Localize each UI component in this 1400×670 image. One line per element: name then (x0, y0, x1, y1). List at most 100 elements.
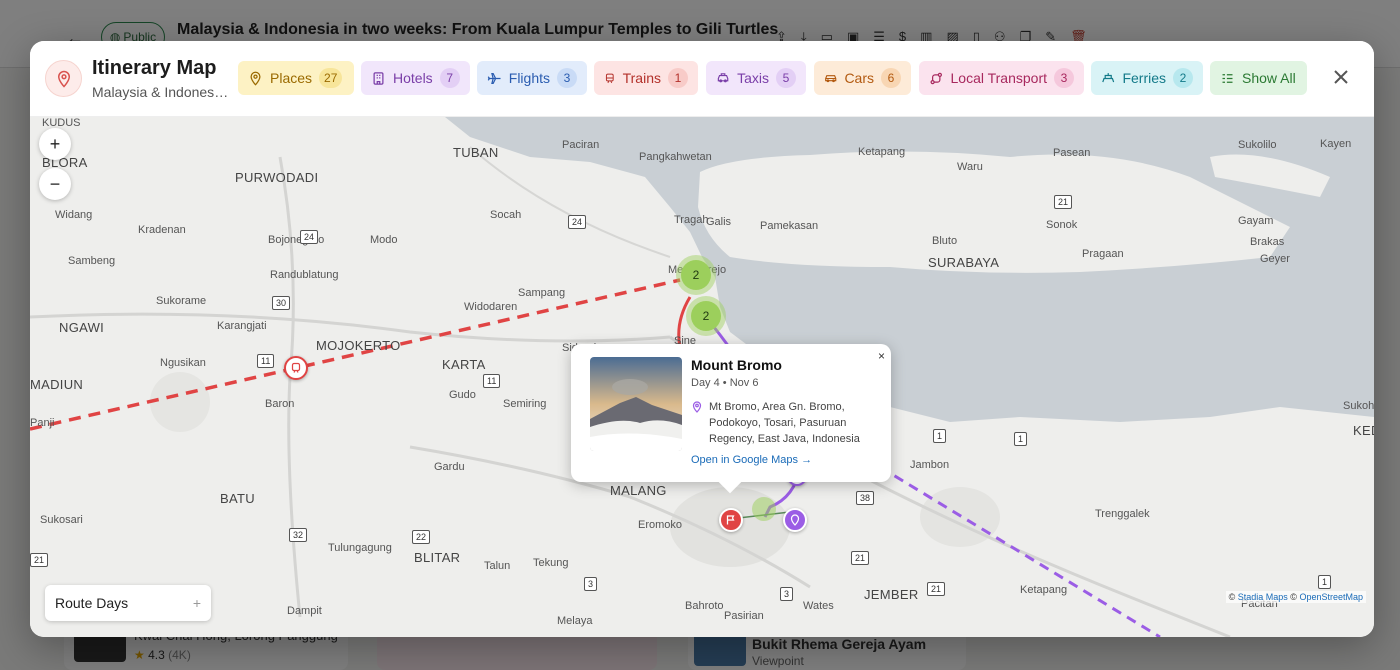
close-icon[interactable] (1330, 66, 1352, 88)
filter-chip-show-all[interactable]: Show All (1210, 61, 1307, 95)
place-label: Galis (706, 216, 732, 228)
place-label: MADIUN (30, 377, 84, 392)
filter-chip-local-transport[interactable]: Local Transport 3 (919, 61, 1084, 95)
train-marker[interactable] (284, 356, 308, 380)
road-number-shield: 11 (483, 374, 501, 388)
train-icon (605, 73, 614, 83)
pin-icon (790, 514, 800, 526)
road-number-shield: 24 (300, 230, 319, 244)
place-label: Kayen (1320, 138, 1352, 150)
filter-chip-places[interactable]: Places 27 (238, 61, 354, 95)
modal-title: Itinerary Map (92, 57, 217, 79)
place-label: Ngusikan (160, 357, 206, 369)
osm-link[interactable]: OpenStreetMap (1299, 592, 1363, 602)
place-label: Pamekasan (760, 220, 819, 232)
place-label: Pangkahwetan (639, 151, 712, 163)
filter-count-badge: 6 (881, 68, 901, 88)
place-label: Widodaren (464, 301, 518, 313)
filter-count-badge: 3 (557, 68, 577, 88)
filter-chip-ferries[interactable]: Ferries 2 (1091, 61, 1203, 95)
place-label: Sonok (1046, 219, 1078, 231)
road-number-shield: 21 (30, 553, 49, 567)
place-label: Semiring (503, 398, 547, 410)
road-number-shield: 1 (1014, 432, 1028, 446)
pin-icon (250, 71, 261, 86)
flag-icon (726, 515, 735, 525)
place-label: Sukoharjo (1343, 400, 1374, 412)
filter-label: Cars (844, 70, 874, 86)
place-label: Panji (30, 417, 55, 429)
place-label: Talun (484, 560, 511, 572)
place-label: Widang (55, 209, 93, 221)
road-number-shield: 21 (851, 551, 870, 565)
place-label: Ketapang (1020, 584, 1068, 596)
road-number-shield: 30 (272, 296, 291, 310)
place-label: Bahroto (685, 600, 724, 612)
place-label: Gayam (1238, 215, 1274, 227)
filter-label: Taxis (737, 70, 769, 86)
filter-chip-trains[interactable]: Trains 1 (594, 61, 698, 95)
place-label: KUDUS (42, 117, 81, 129)
road-number-shield: 1 (933, 429, 947, 443)
place-label: Modo (370, 234, 398, 246)
plane-icon (487, 72, 501, 84)
place-label: Wates (803, 600, 834, 612)
route-days-label: Route Days (55, 595, 129, 611)
ferry-icon (1102, 72, 1115, 82)
place-label: PURWODADI (235, 170, 319, 185)
filter-chip-hotels[interactable]: Hotels 7 (361, 61, 470, 95)
place-label: Brakas (1250, 236, 1285, 248)
filter-label: Trains (622, 70, 661, 86)
place-marker[interactable] (783, 508, 807, 532)
popup-close-icon[interactable]: × (878, 349, 885, 363)
filter-chip-taxis[interactable]: Taxis 5 (706, 61, 806, 95)
place-label: BATU (220, 491, 255, 506)
filter-label: Ferries (1122, 70, 1166, 86)
place-label: Sukorame (156, 295, 207, 307)
car-icon (825, 74, 837, 82)
place-label: Randublatung (270, 269, 339, 281)
place-label: Pragaan (1082, 248, 1124, 260)
place-label: Pasean (1053, 147, 1091, 159)
cluster-marker[interactable]: 2 (691, 301, 721, 331)
place-label: Paciran (562, 139, 600, 151)
road (278, 156, 302, 618)
filter-chip-flights[interactable]: Flights 3 (477, 61, 587, 95)
expand-icon[interactable]: + (193, 595, 201, 611)
place-label: Tekung (533, 557, 569, 569)
road-number-shield: 32 (289, 528, 308, 542)
place-label: Trenggalek (1095, 508, 1150, 520)
place-label: Bluto (932, 235, 958, 247)
road-number-shield: 11 (257, 354, 275, 368)
stadia-link[interactable]: Stadia Maps (1238, 592, 1288, 602)
route-days-panel[interactable]: Route Days + (45, 585, 211, 621)
place-label: JEMBER (864, 587, 919, 602)
zoom-in-button[interactable]: + (39, 128, 71, 160)
place-label: Melaya (557, 615, 593, 627)
place-label: Sampang (518, 287, 566, 299)
itinerary-map-modal: Itinerary Map Malaysia & Indonesia in tw… (30, 41, 1374, 637)
zoom-out-button[interactable]: − (39, 168, 71, 200)
place-label: SURABAYA (928, 255, 1000, 270)
place-label: MALANG (610, 483, 667, 498)
place-label: Baron (265, 398, 295, 410)
place-label: Waru (957, 161, 983, 173)
flag-marker[interactable] (719, 508, 743, 532)
filter-label: Show All (1242, 70, 1296, 86)
bus-icon (930, 72, 942, 84)
modal-subtitle: Malaysia & Indonesia in two weeks: From … (92, 84, 230, 100)
filter-chip-cars[interactable]: Cars 6 (814, 61, 911, 95)
place-label: Socah (490, 209, 522, 221)
cluster-halo (752, 497, 776, 521)
google-maps-link[interactable]: Open in Google Maps → (691, 454, 812, 466)
place-label: MOJOKERTO (316, 338, 401, 353)
road-number-shield: 22 (412, 530, 431, 544)
cluster-marker[interactable]: 2 (681, 260, 711, 290)
road-number-shield: 3 (780, 587, 794, 601)
place-label: Tulungagung (328, 542, 392, 554)
map-canvas[interactable]: KUDUS TUBAN Paciran Pangkahwetan Ketapang War… (30, 117, 1374, 637)
filter-label: Flights (508, 70, 550, 86)
popup-address: Mt Bromo, Area Gn. Bromo, Podokoyo, Tosa… (709, 401, 860, 445)
place-label: Sukolilo (1238, 139, 1277, 151)
popup-title: Mount Bromo (691, 357, 782, 373)
